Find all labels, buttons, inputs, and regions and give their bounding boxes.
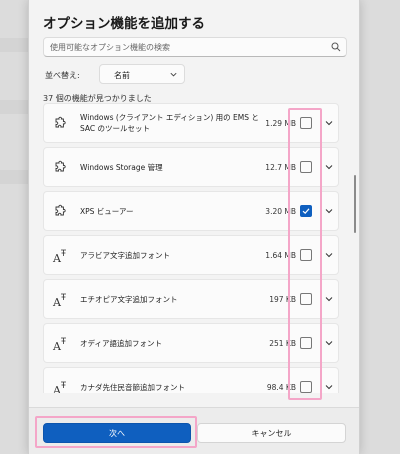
feature-size: 1.29 MB — [265, 118, 296, 128]
feature-row[interactable]: A カナダ先住民音節追加フォント 98.4 KB — [43, 367, 339, 393]
feature-row[interactable]: Windows (クライアント エディション) 用の EMS と SAC のツー… — [43, 103, 339, 143]
feature-size: 3.20 MB — [265, 206, 296, 216]
feature-size: 98.4 KB — [266, 382, 296, 392]
feature-checkbox[interactable] — [300, 381, 312, 393]
sort-dropdown[interactable]: 名前 — [99, 64, 185, 84]
chevron-down-icon[interactable] — [324, 250, 334, 260]
feature-name: Windows (クライアント エディション) 用の EMS と SAC のツー… — [80, 113, 259, 133]
feature-row[interactable]: A アラビア文字追加フォント 1.64 MB — [43, 235, 339, 275]
chevron-down-icon[interactable] — [324, 382, 334, 392]
list-scrollbar[interactable] — [354, 175, 356, 233]
font-icon: A — [52, 292, 68, 309]
svg-text:A: A — [52, 384, 62, 393]
dialog-title: オプション機能を追加する — [43, 16, 205, 32]
search-box[interactable] — [43, 37, 347, 57]
chevron-down-icon — [170, 72, 177, 77]
background-strip — [0, 170, 30, 184]
feature-name: カナダ先住民音節追加フォント — [80, 382, 185, 392]
dialog-footer: 次へ キャンセル — [29, 407, 359, 454]
feature-row[interactable]: A エチオピア文字追加フォント 197 KB — [43, 279, 339, 319]
background-strip — [0, 100, 30, 114]
font-icon: A — [52, 248, 68, 265]
search-icon[interactable] — [331, 42, 341, 52]
puzzle-icon — [52, 116, 68, 132]
feature-row[interactable]: XPS ビューアー 3.20 MB — [43, 191, 339, 231]
chevron-down-icon[interactable] — [324, 162, 334, 172]
feature-name: オディア語追加フォント — [80, 338, 162, 348]
chevron-down-icon[interactable] — [324, 118, 334, 128]
feature-name: エチオピア文字追加フォント — [80, 294, 178, 304]
feature-checkbox[interactable] — [300, 337, 312, 349]
add-optional-feature-dialog: オプション機能を追加する 並べ替え: 名前 37 個の機能が見つかりました Wi… — [28, 0, 360, 454]
chevron-down-icon[interactable] — [324, 206, 334, 216]
feature-size: 197 KB — [269, 294, 296, 304]
background-strip — [0, 38, 30, 52]
puzzle-icon — [52, 160, 68, 176]
feature-checkbox[interactable] — [300, 161, 312, 173]
search-input[interactable] — [44, 38, 324, 56]
feature-name: Windows Storage 管理 — [80, 162, 163, 172]
font-icon: A — [52, 336, 68, 353]
feature-name: XPS ビューアー — [80, 206, 134, 216]
chevron-down-icon[interactable] — [324, 338, 334, 348]
feature-size: 1.64 MB — [265, 250, 296, 260]
feature-row[interactable]: Windows Storage 管理 12.7 MB — [43, 147, 339, 187]
svg-text:A: A — [52, 340, 62, 352]
feature-checkbox[interactable] — [300, 205, 312, 217]
feature-checkbox[interactable] — [300, 117, 312, 129]
svg-text:A: A — [52, 296, 62, 308]
feature-list[interactable]: Windows (クライアント エディション) 用の EMS と SAC のツー… — [43, 103, 347, 393]
feature-row[interactable]: A オディア語追加フォント 251 KB — [43, 323, 339, 363]
feature-checkbox[interactable] — [300, 293, 312, 305]
feature-name: アラビア文字追加フォント — [80, 250, 170, 260]
checkmark-icon — [302, 208, 310, 215]
next-button[interactable]: 次へ — [43, 423, 191, 443]
feature-size: 12.7 MB — [265, 162, 296, 172]
feature-checkbox[interactable] — [300, 249, 312, 261]
svg-text:A: A — [52, 252, 62, 264]
font-icon: A — [52, 380, 68, 393]
puzzle-icon — [52, 204, 68, 220]
chevron-down-icon[interactable] — [324, 294, 334, 304]
feature-size: 251 KB — [269, 338, 296, 348]
cancel-button[interactable]: キャンセル — [197, 423, 346, 443]
sort-value: 名前 — [114, 71, 130, 80]
sort-label: 並べ替え: — [45, 71, 80, 80]
